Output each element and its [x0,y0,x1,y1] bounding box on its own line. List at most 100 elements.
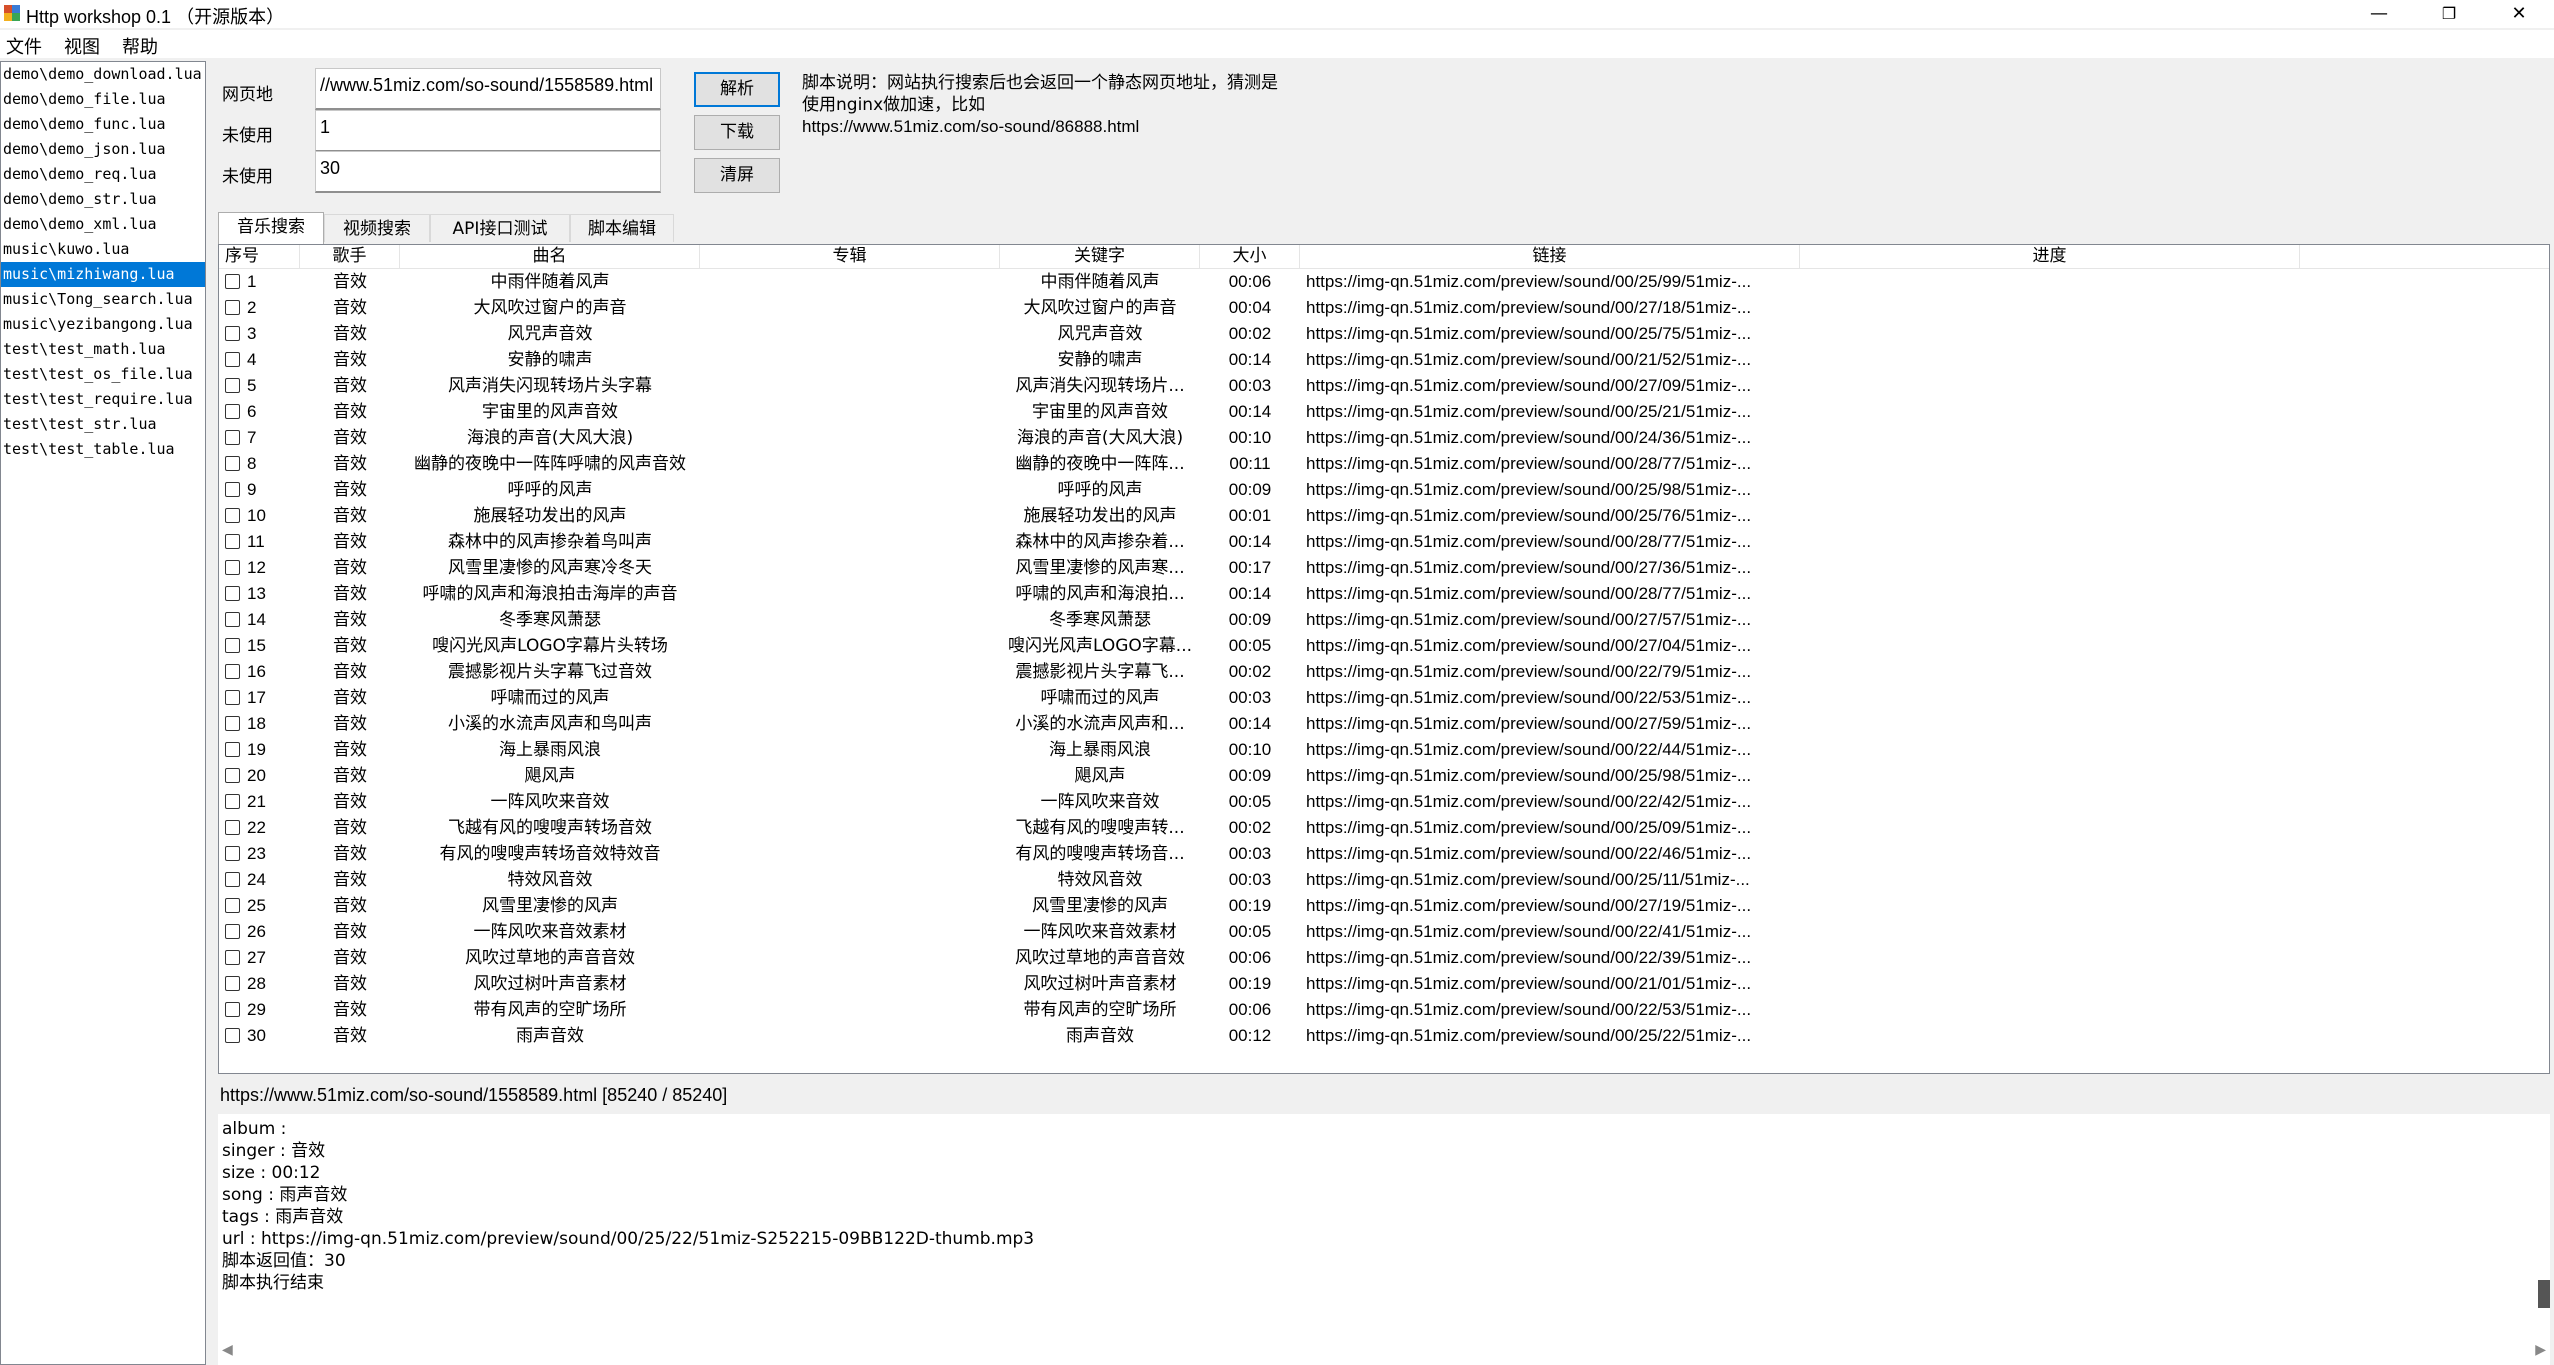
row-checkbox[interactable] [225,326,240,341]
table-row[interactable]: 29 音效 带有风声的空旷场所 带有风声的空旷场所 00:06 https://img-q… [219,997,2549,1023]
col-album[interactable]: 专辑 [700,245,1000,268]
file-list-item[interactable]: test\test_math.lua [1,337,205,362]
file-list-item[interactable]: music\kuwo.lua [1,237,205,262]
row-checkbox[interactable] [225,404,240,419]
table-row[interactable]: 26 音效 一阵风吹来音效素材 一阵风吹来音效素材 00:05 https://img-q… [219,919,2549,945]
table-row[interactable]: 17 音效 呼啸而过的风声 呼啸而过的风声 00:03 https://img-qn.51… [219,685,2549,711]
download-button[interactable]: 下载 [694,115,780,150]
result-table[interactable]: 序号 歌手 曲名 专辑 关键字 大小 链接 进度 1 音效 中雨伴随着风声 中雨伴随着… [218,244,2550,1074]
clear-button[interactable]: 清屏 [694,158,780,193]
table-row[interactable]: 4 音效 安静的啸声 安静的啸声 00:14 https://img-qn.51miz.c… [219,347,2549,373]
table-row[interactable]: 2 音效 大风吹过窗户的声音 大风吹过窗户的声音 00:04 https://img-qn… [219,295,2549,321]
row-checkbox[interactable] [225,612,240,627]
row-checkbox[interactable] [225,378,240,393]
row-checkbox[interactable] [225,1028,240,1043]
row-checkbox[interactable] [225,456,240,471]
table-row[interactable]: 3 音效 风咒声音效 风咒声音效 00:02 https://img-qn.51miz.c… [219,321,2549,347]
table-row[interactable]: 11 音效 森林中的风声掺杂着鸟叫声 森林中的风声掺杂着... 00:14 https:/… [219,529,2549,555]
col-size[interactable]: 大小 [1200,245,1300,268]
col-index[interactable]: 序号 [219,245,300,268]
row-checkbox[interactable] [225,846,240,861]
row-checkbox[interactable] [225,1002,240,1017]
table-row[interactable]: 23 音效 有风的嗖嗖声转场音效特效音 有风的嗖嗖声转场音... 00:03 https:… [219,841,2549,867]
row-checkbox[interactable] [225,352,240,367]
col-singer[interactable]: 歌手 [300,245,400,268]
row-checkbox[interactable] [225,716,240,731]
row-checkbox[interactable] [225,638,240,653]
output-scrollbar-thumb[interactable] [2538,1280,2550,1308]
close-button[interactable]: ✕ [2484,0,2554,28]
row-checkbox[interactable] [225,950,240,965]
table-row[interactable]: 12 音效 风雪里凄惨的风声寒冷冬天 风雪里凄惨的风声寒... 00:17 https:/… [219,555,2549,581]
table-row[interactable]: 5 音效 风声消失闪现转场片头字幕 风声消失闪现转场片... 00:03 https://… [219,373,2549,399]
row-checkbox[interactable] [225,924,240,939]
scroll-left-arrow[interactable]: ◀ [222,1342,233,1358]
table-row[interactable]: 24 音效 特效风音效 特效风音效 00:03 https://img-qn.51miz.… [219,867,2549,893]
parse-button[interactable]: 解析 [694,72,780,107]
table-row[interactable]: 30 音效 雨声音效 雨声音效 00:12 https://img-qn.51miz.co… [219,1023,2549,1049]
url-input[interactable]: //www.51miz.com/so-sound/1558589.html [315,68,661,110]
row-checkbox[interactable] [225,976,240,991]
table-row[interactable]: 28 音效 风吹过树叶声音素材 风吹过树叶声音素材 00:19 https://img-q… [219,971,2549,997]
file-list-item[interactable]: test\test_str.lua [1,412,205,437]
script-file-list[interactable]: demo\demo_download.lua demo\demo_file.lua… [0,61,206,1365]
table-row[interactable]: 21 音效 一阵风吹来音效 一阵风吹来音效 00:05 https://img-qn.51… [219,789,2549,815]
table-row[interactable]: 8 音效 幽静的夜晚中一阵阵呼啸的风声音效 幽静的夜晚中一阵阵... 00:11 http… [219,451,2549,477]
file-list-item[interactable]: test\test_table.lua [1,437,205,462]
table-row[interactable]: 6 音效 宇宙里的风声音效 宇宙里的风声音效 00:14 https://img-qn.5… [219,399,2549,425]
file-list-item[interactable]: music\yezibangong.lua [1,312,205,337]
row-checkbox[interactable] [225,872,240,887]
col-keyword[interactable]: 关键字 [1000,245,1200,268]
col-progress[interactable]: 进度 [1800,245,2300,268]
file-list-item[interactable]: demo\demo_req.lua [1,162,205,187]
table-row[interactable]: 15 音效 嗖闪光风声LOGO字幕片头转场 嗖闪光风声LOGO字幕... 00:05 ht… [219,633,2549,659]
file-list-item[interactable]: test\test_require.lua [1,387,205,412]
table-row[interactable]: 9 音效 呼呼的风声 呼呼的风声 00:09 https://img-qn.51miz.c… [219,477,2549,503]
minimize-button[interactable]: — [2344,0,2414,28]
table-row[interactable]: 13 音效 呼啸的风声和海浪拍击海岸的声音 呼啸的风声和海浪拍... 00:14 http… [219,581,2549,607]
row-checkbox[interactable] [225,794,240,809]
table-row[interactable]: 18 音效 小溪的水流声风声和鸟叫声 小溪的水流声风声和... 00:14 https:/… [219,711,2549,737]
row-checkbox[interactable] [225,664,240,679]
row-checkbox[interactable] [225,274,240,289]
file-list-item[interactable]: test\test_os_file.lua [1,362,205,387]
col-song[interactable]: 曲名 [400,245,700,268]
maximize-button[interactable]: ❐ [2414,0,2484,28]
tab-script-edit[interactable]: 脚本编辑 [570,214,674,242]
tab-music-search[interactable]: 音乐搜索 [218,212,324,244]
file-list-item[interactable]: demo\demo_str.lua [1,187,205,212]
row-checkbox[interactable] [225,508,240,523]
row-checkbox[interactable] [225,586,240,601]
file-list-item[interactable]: demo\demo_xml.lua [1,212,205,237]
row-checkbox[interactable] [225,690,240,705]
tab-api-test[interactable]: API接口测试 [430,214,570,242]
row-checkbox[interactable] [225,820,240,835]
table-row[interactable]: 16 音效 震撼影视片头字幕飞过音效 震撼影视片头字幕飞... 00:02 https:/… [219,659,2549,685]
row-checkbox[interactable] [225,430,240,445]
row-checkbox[interactable] [225,768,240,783]
menu-file[interactable]: 文件 [6,33,42,59]
table-row[interactable]: 27 音效 风吹过草地的声音音效 风吹过草地的声音音效 00:06 https://img… [219,945,2549,971]
file-list-item[interactable]: demo\demo_func.lua [1,112,205,137]
table-row[interactable]: 22 音效 飞越有风的嗖嗖声转场音效 飞越有风的嗖嗖声转... 00:02 https:/… [219,815,2549,841]
table-row[interactable]: 1 音效 中雨伴随着风声 中雨伴随着风声 00:06 https://img-qn.51m… [219,269,2549,295]
file-list-item[interactable]: music\Tong_search.lua [1,287,205,312]
output-log[interactable]: ◀ ▶ album : singer : 音效 size : 00:12 song :… [218,1114,2550,1365]
table-row[interactable]: 7 音效 海浪的声音(大风大浪) 海浪的声音(大风大浪) 00:10 https://im… [219,425,2549,451]
table-row[interactable]: 14 音效 冬季寒风萧瑟 冬季寒风萧瑟 00:09 https://img-qn.51mi… [219,607,2549,633]
row-checkbox[interactable] [225,482,240,497]
file-list-item[interactable]: demo\demo_file.lua [1,87,205,112]
menu-help[interactable]: 帮助 [122,33,158,59]
row-checkbox[interactable] [225,534,240,549]
table-row[interactable]: 19 音效 海上暴雨风浪 海上暴雨风浪 00:10 https://img-qn.51mi… [219,737,2549,763]
row-checkbox[interactable] [225,742,240,757]
table-row[interactable]: 10 音效 施展轻功发出的风声 施展轻功发出的风声 00:01 https://img-q… [219,503,2549,529]
file-list-item[interactable]: demo\demo_json.lua [1,137,205,162]
table-row[interactable]: 20 音效 飓风声 飓风声 00:09 https://img-qn.51miz.com/… [219,763,2549,789]
file-list-item[interactable]: demo\demo_download.lua [1,62,205,87]
table-row[interactable]: 25 音效 风雪里凄惨的风声 风雪里凄惨的风声 00:19 https://img-qn.… [219,893,2549,919]
unused2-input[interactable]: 30 [315,151,661,193]
scroll-right-arrow[interactable]: ▶ [2535,1342,2546,1358]
menu-view[interactable]: 视图 [64,33,100,59]
file-list-item[interactable]: music\mizhiwang.lua [1,262,205,287]
